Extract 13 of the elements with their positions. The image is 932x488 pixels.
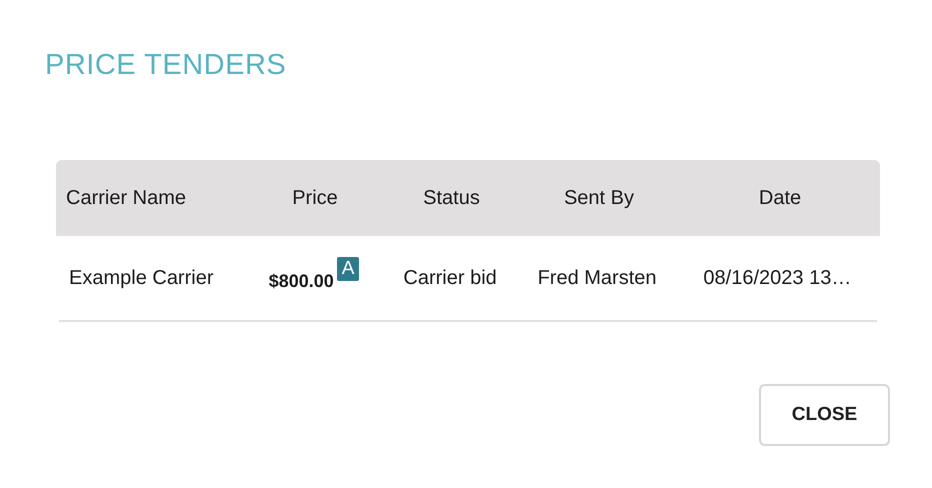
price-text: $800.00 [268,270,334,292]
column-header: Price [291,186,339,210]
column-header: Date [758,186,802,210]
column-header: Sent By [562,186,636,210]
table-cell-text: Fred Marsten [536,266,658,290]
close-button[interactable]: CLOSE [759,384,890,446]
column-header: Carrier Name [65,186,188,210]
table-cell-text: Example Carrier [68,266,214,290]
price-badge: A [336,256,360,280]
dialog-title: PRICE TENDERS [45,48,288,83]
table-cell-text: 08/16/2023 13… [702,266,852,290]
table-cell-text: Carrier bid [402,266,498,290]
column-header: Status [422,186,481,210]
